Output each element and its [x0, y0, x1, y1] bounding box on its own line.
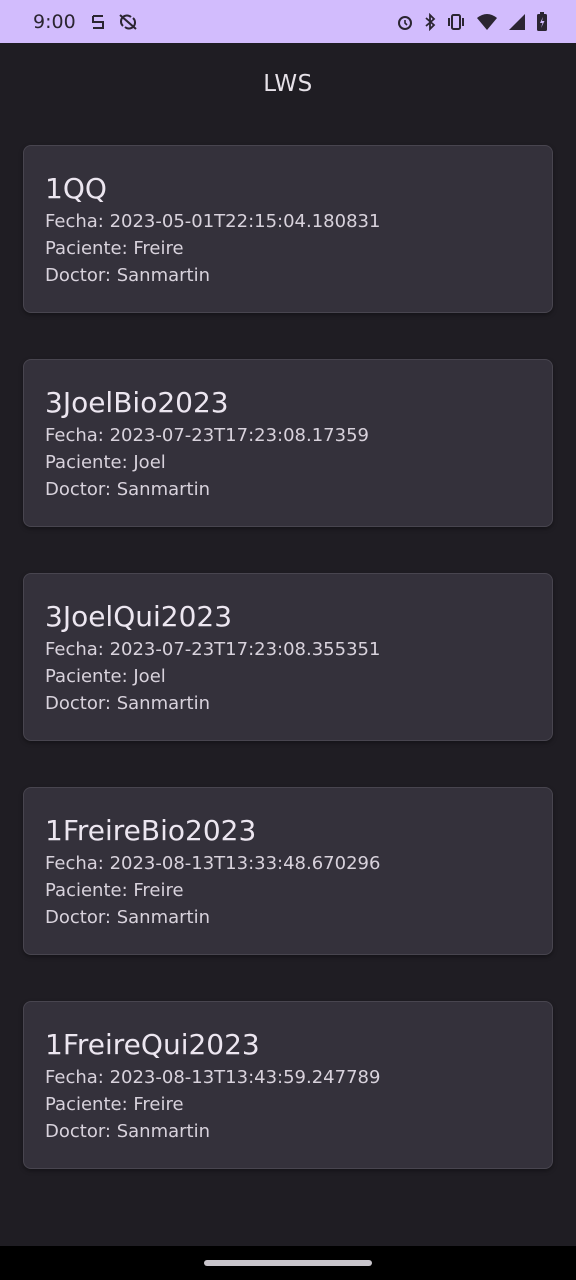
status-left: 9:00	[33, 11, 150, 33]
record-title: 1FreireQui2023	[45, 1028, 260, 1061]
alarm-icon	[398, 15, 412, 30]
app-bar: LWS	[0, 43, 576, 125]
sync-icon	[91, 14, 104, 29]
cell-signal-icon	[509, 13, 525, 30]
status-time: 9:00	[33, 10, 76, 33]
record-patient: Paciente: Freire	[45, 880, 184, 901]
record-doctor: Doctor: Sanmartin	[45, 479, 211, 500]
vibrate-icon	[448, 13, 464, 30]
record-date: Fecha: 2023-05-01T22:15:04.180831	[45, 211, 381, 232]
home-gesture-handle[interactable]	[204, 1260, 372, 1266]
bluetooth-icon	[425, 12, 436, 31]
records-list: 1QQ Fecha: 2023-05-01T22:15:04.180831 Pa…	[23, 145, 553, 1215]
sync-off-icon	[119, 13, 137, 30]
record-card[interactable]: 1QQ Fecha: 2023-05-01T22:15:04.180831 Pa…	[23, 145, 553, 313]
record-date: Fecha: 2023-07-23T17:23:08.17359	[45, 425, 369, 446]
record-doctor: Doctor: Sanmartin	[45, 265, 211, 286]
record-title: 3JoelBio2023	[45, 386, 229, 419]
record-doctor: Doctor: Sanmartin	[45, 1121, 211, 1142]
record-date: Fecha: 2023-07-23T17:23:08.355351	[45, 639, 381, 660]
record-patient: Paciente: Freire	[45, 238, 184, 259]
record-patient: Paciente: Joel	[45, 452, 166, 473]
record-title: 1FreireBio2023	[45, 814, 257, 847]
wifi-icon	[477, 13, 497, 30]
app-title: LWS	[263, 71, 313, 97]
record-date: Fecha: 2023-08-13T13:43:59.247789	[45, 1067, 381, 1088]
record-card[interactable]: 3JoelBio2023 Fecha: 2023-07-23T17:23:08.…	[23, 359, 553, 527]
status-bar: 9:00	[0, 0, 576, 43]
record-doctor: Doctor: Sanmartin	[45, 907, 211, 928]
navigation-bar	[0, 1246, 576, 1280]
status-right	[386, 11, 548, 32]
battery-icon	[537, 11, 547, 31]
record-card[interactable]: 3JoelQui2023 Fecha: 2023-07-23T17:23:08.…	[23, 573, 553, 741]
record-patient: Paciente: Freire	[45, 1094, 184, 1115]
record-title: 1QQ	[45, 172, 107, 205]
record-date: Fecha: 2023-08-13T13:33:48.670296	[45, 853, 381, 874]
record-patient: Paciente: Joel	[45, 666, 166, 687]
record-doctor: Doctor: Sanmartin	[45, 693, 211, 714]
record-card[interactable]: 1FreireQui2023 Fecha: 2023-08-13T13:43:5…	[23, 1001, 553, 1169]
record-title: 3JoelQui2023	[45, 600, 233, 633]
record-card[interactable]: 1FreireBio2023 Fecha: 2023-08-13T13:33:4…	[23, 787, 553, 955]
